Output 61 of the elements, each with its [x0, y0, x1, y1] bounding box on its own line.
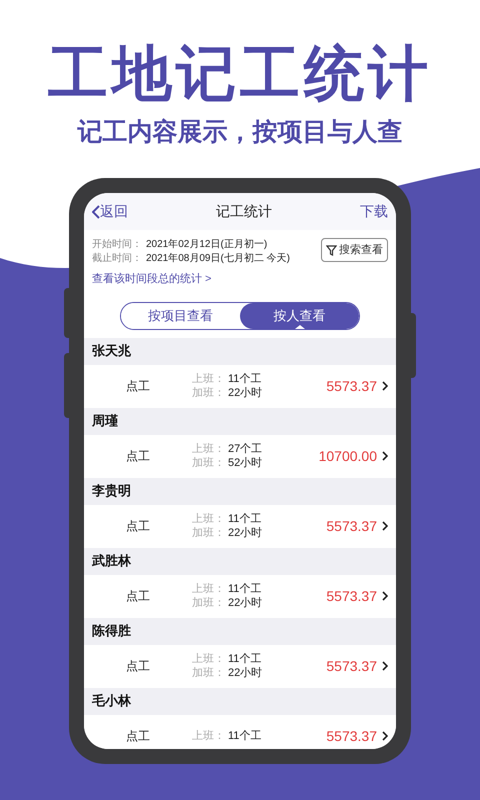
stat-value: 52小时	[228, 456, 262, 470]
stat-value: 11个工	[228, 582, 262, 596]
amount: 5573.37	[326, 726, 377, 746]
search-button[interactable]: 搜索查看	[321, 238, 388, 262]
stat-label: 加班：	[192, 386, 225, 400]
stat-value: 22小时	[228, 386, 262, 400]
person-name: 武胜林	[92, 552, 131, 570]
chevron-icon	[382, 451, 388, 461]
stat-label: 上班：	[192, 372, 225, 386]
stat-label: 上班：	[192, 729, 225, 743]
amount: 5573.37	[326, 376, 377, 396]
tab[interactable]: 按人查看	[240, 302, 359, 328]
filter-value: 2021年02月12日(正月初一)	[146, 238, 268, 251]
stat-value: 27个工	[228, 442, 262, 456]
stat-label: 加班：	[192, 596, 225, 610]
person-name: 周瑾	[92, 412, 118, 430]
chevron-icon	[382, 591, 388, 601]
filter-value: 2021年08月09日(七月初二 今天)	[146, 252, 290, 265]
stat-label: 上班：	[192, 442, 225, 456]
person-name: 毛小林	[92, 692, 131, 710]
person-name: 张天兆	[92, 342, 131, 360]
back-button[interactable]: 返回	[92, 201, 128, 222]
download-button[interactable]: 下载	[360, 201, 388, 222]
stat-value: 11个工	[228, 652, 262, 666]
stat-value: 22小时	[228, 666, 262, 680]
amount: 5573.37	[326, 516, 377, 536]
stat-label: 加班：	[192, 456, 225, 470]
work-type: 点工	[125, 588, 151, 605]
stat-value: 22小时	[228, 526, 262, 540]
filter-label: 开始时间：	[92, 238, 142, 251]
work-type: 点工	[125, 448, 151, 465]
stat-value: 11个工	[228, 729, 262, 743]
work-type: 点工	[125, 378, 151, 395]
stat-value: 11个工	[228, 372, 262, 386]
back-icon	[92, 204, 100, 218]
work-type: 点工	[125, 728, 151, 745]
stat-label: 加班：	[192, 666, 225, 680]
filter-label: 截止时间：	[92, 252, 142, 265]
amount: 5573.37	[326, 656, 377, 676]
headline: 工地记工统计	[48, 39, 432, 109]
amount: 10700.00	[318, 446, 377, 466]
stat-value: 11个工	[228, 512, 262, 526]
stat-value: 22小时	[228, 596, 262, 610]
summary-link[interactable]: 查看该时间段总的统计 >	[84, 271, 396, 288]
chevron-icon	[382, 521, 388, 531]
subheadline: 记工内容展示，按项目与人查	[78, 117, 402, 148]
person-name: 陈得胜	[92, 622, 131, 640]
chevron-icon	[382, 731, 388, 741]
amount: 5573.37	[326, 586, 377, 606]
chevron-icon	[382, 381, 388, 391]
person-name: 李贵明	[92, 482, 131, 500]
nav-title: 记工统计	[216, 202, 272, 221]
stat-label: 上班：	[192, 652, 225, 666]
work-type: 点工	[125, 658, 151, 675]
pointer-icon	[294, 324, 304, 328]
work-type: 点工	[125, 518, 151, 535]
stat-label: 加班：	[192, 526, 225, 540]
stat-label: 上班：	[192, 582, 225, 596]
chevron-icon	[382, 661, 388, 671]
filter-icon	[326, 244, 337, 256]
stat-label: 上班：	[192, 512, 225, 526]
